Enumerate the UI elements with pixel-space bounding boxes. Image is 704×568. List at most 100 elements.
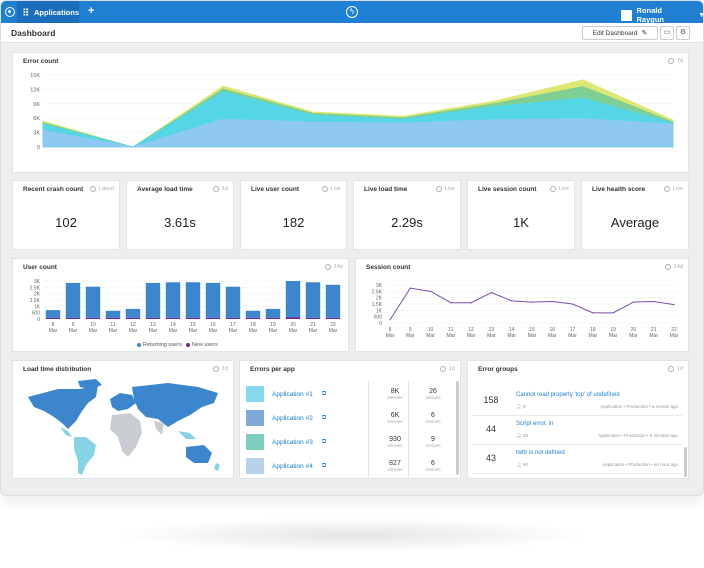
error-group-message[interactable]: Cannot read property 'top' of undefined bbox=[516, 392, 620, 398]
app-row[interactable]: Application #3 ⧉ 930 ERRORS 9 GROUPS bbox=[246, 431, 456, 453]
stat-card[interactable]: Recent crash count Latest 102 bbox=[12, 180, 120, 250]
x-tick-label: Mar bbox=[129, 328, 138, 334]
external-link-icon[interactable]: ⧉ bbox=[322, 463, 382, 470]
x-tick-label: Mar bbox=[447, 333, 456, 339]
y-tick-label: 500 bbox=[32, 311, 41, 317]
session-point bbox=[450, 302, 452, 304]
briefcase-button[interactable]: ▭ bbox=[660, 26, 674, 40]
time-range-tag[interactable]: Live bbox=[435, 186, 455, 192]
time-range-tag[interactable]: 7d bbox=[667, 58, 683, 64]
scrollbar[interactable] bbox=[684, 447, 687, 477]
new-legend-label: New users bbox=[191, 342, 218, 348]
stat-card[interactable]: Live user count Live 182 bbox=[240, 180, 347, 250]
avatar bbox=[621, 9, 632, 21]
time-range-tag[interactable]: Live bbox=[663, 186, 683, 192]
affected-users: 90 bbox=[522, 462, 528, 467]
time-range-tag[interactable]: 1d bbox=[439, 366, 455, 372]
new-users-bar bbox=[265, 317, 281, 319]
time-range-tag[interactable]: 1d bbox=[212, 186, 228, 192]
error-group-row[interactable]: 158 Cannot read property 'top' of undefin… bbox=[472, 389, 682, 416]
app-name-link[interactable]: Application #2 bbox=[272, 415, 322, 422]
settings-button[interactable]: ⚙ bbox=[676, 26, 690, 40]
error-group-count: 44 bbox=[485, 424, 496, 434]
x-tick-label: Mar bbox=[609, 333, 618, 339]
external-link-icon[interactable]: ⧉ bbox=[322, 415, 382, 422]
raygun-logo-icon[interactable] bbox=[5, 7, 15, 17]
x-tick-label: Mar bbox=[649, 333, 658, 339]
errors-caption: ERRORS bbox=[387, 396, 403, 400]
applications-tab[interactable]: Applications bbox=[17, 1, 79, 23]
app-row[interactable]: Application #2 ⧉ 6K ERRORS 6 GROUPS bbox=[246, 407, 456, 429]
error-group-row[interactable]: 43 twttr is not defined 👤︎ 90 Application •… bbox=[472, 447, 682, 474]
applications-label: Applications bbox=[33, 7, 79, 17]
app-errors: 930 ERRORS bbox=[378, 436, 412, 448]
app-row[interactable]: Application #1 ⧉ 8K ERRORS 26 GROUPS bbox=[246, 383, 456, 405]
y-tick-label: 3K bbox=[34, 279, 41, 285]
panel-title: Session count bbox=[366, 264, 411, 271]
time-range-tag[interactable]: Live bbox=[549, 186, 569, 192]
x-tick-label: Mar bbox=[548, 333, 557, 339]
app-groups: 9 GROUPS bbox=[416, 436, 450, 448]
y-tick-label: 9K bbox=[33, 102, 40, 108]
new-legend-dot bbox=[185, 343, 190, 347]
new-users-bar bbox=[145, 317, 161, 319]
context-label: Application bbox=[598, 433, 621, 438]
gear-icon: ⚙ bbox=[679, 29, 687, 36]
x-tick-label: Mar bbox=[229, 328, 238, 334]
app-name-link[interactable]: Application #4 bbox=[272, 463, 322, 470]
time-range-tag[interactable]: 1d bbox=[667, 366, 683, 372]
app-groups-value: 26 bbox=[429, 388, 437, 395]
stat-title: Recent crash count bbox=[23, 186, 84, 193]
app-errors-value: 8K bbox=[390, 388, 400, 395]
y-tick-label: 1.5K bbox=[30, 298, 41, 304]
add-icon[interactable]: + bbox=[88, 5, 94, 17]
errors-caption: ERRORS bbox=[387, 468, 403, 472]
y-tick-label: 2K bbox=[376, 296, 383, 302]
app-color-swatch bbox=[246, 386, 264, 402]
session-point bbox=[612, 312, 614, 314]
app-errors-value: 6K bbox=[390, 412, 400, 419]
error-group-meta: 👤︎ 33 Application • Production • 5 minute… bbox=[516, 433, 678, 439]
errors-caption: ERRORS bbox=[387, 420, 403, 424]
app-row[interactable]: Application #4 ⧉ 827 ERRORS 6 GROUPS bbox=[246, 455, 456, 477]
time-range-tag[interactable]: 1d bbox=[212, 366, 228, 372]
affected-users: 33 bbox=[522, 433, 528, 438]
y-tick-label: 0 bbox=[37, 145, 40, 151]
time-range-tag[interactable]: Live bbox=[321, 186, 341, 192]
stat-card[interactable]: Live load time Live 2.29s bbox=[353, 180, 461, 250]
error-group-message[interactable]: twttr is not defined bbox=[516, 450, 565, 456]
x-tick-label: Mar bbox=[89, 328, 98, 334]
session-point bbox=[409, 287, 411, 289]
map-central-america bbox=[60, 427, 72, 437]
external-link-icon[interactable]: ⧉ bbox=[322, 391, 382, 398]
stat-card[interactable]: Average load time 1d 3.61s bbox=[126, 180, 234, 250]
dashboard-window: Applications + ϟ Ronald Raygun ▼ Dashboa… bbox=[0, 0, 704, 496]
time-range-tag[interactable]: 14d bbox=[664, 264, 683, 270]
external-link-icon[interactable]: ⧉ bbox=[322, 439, 382, 446]
new-users-bar bbox=[185, 317, 201, 319]
app-color-swatch bbox=[246, 410, 264, 426]
app-errors: 827 ERRORS bbox=[378, 460, 412, 472]
stat-card[interactable]: Live health score Live Average bbox=[581, 180, 689, 250]
error-group-row[interactable]: 44 Script error. in 👤︎ 33 Application • Pro… bbox=[472, 418, 682, 445]
user-menu[interactable]: Ronald Raygun ▼ bbox=[621, 6, 703, 24]
panel-title: Error count bbox=[23, 58, 59, 65]
app-groups: 26 GROUPS bbox=[416, 388, 450, 400]
edit-dashboard-button[interactable]: Edit Dashboard ✎ bbox=[582, 26, 658, 40]
y-tick-label: 12K bbox=[30, 87, 40, 93]
time-range-tag[interactable]: Latest bbox=[90, 186, 114, 192]
map-north-america bbox=[28, 385, 98, 429]
app-name-link[interactable]: Application #3 bbox=[272, 439, 322, 446]
new-users-bar bbox=[285, 317, 301, 319]
time-range-tag[interactable]: 14d bbox=[324, 264, 343, 270]
app-name-link[interactable]: Application #1 bbox=[272, 391, 322, 398]
x-tick-label: Mar bbox=[149, 328, 158, 334]
lightning-icon[interactable]: ϟ bbox=[346, 6, 358, 18]
error-group-message[interactable]: Script error. in bbox=[516, 421, 553, 427]
y-tick-label: 3K bbox=[376, 283, 383, 289]
panel-scrollbar[interactable] bbox=[456, 381, 459, 475]
stat-card[interactable]: Live session count Live 1K bbox=[467, 180, 575, 250]
new-users-bar bbox=[325, 317, 341, 319]
x-tick-label: Mar bbox=[69, 328, 78, 334]
env-label: Production bbox=[628, 462, 650, 467]
